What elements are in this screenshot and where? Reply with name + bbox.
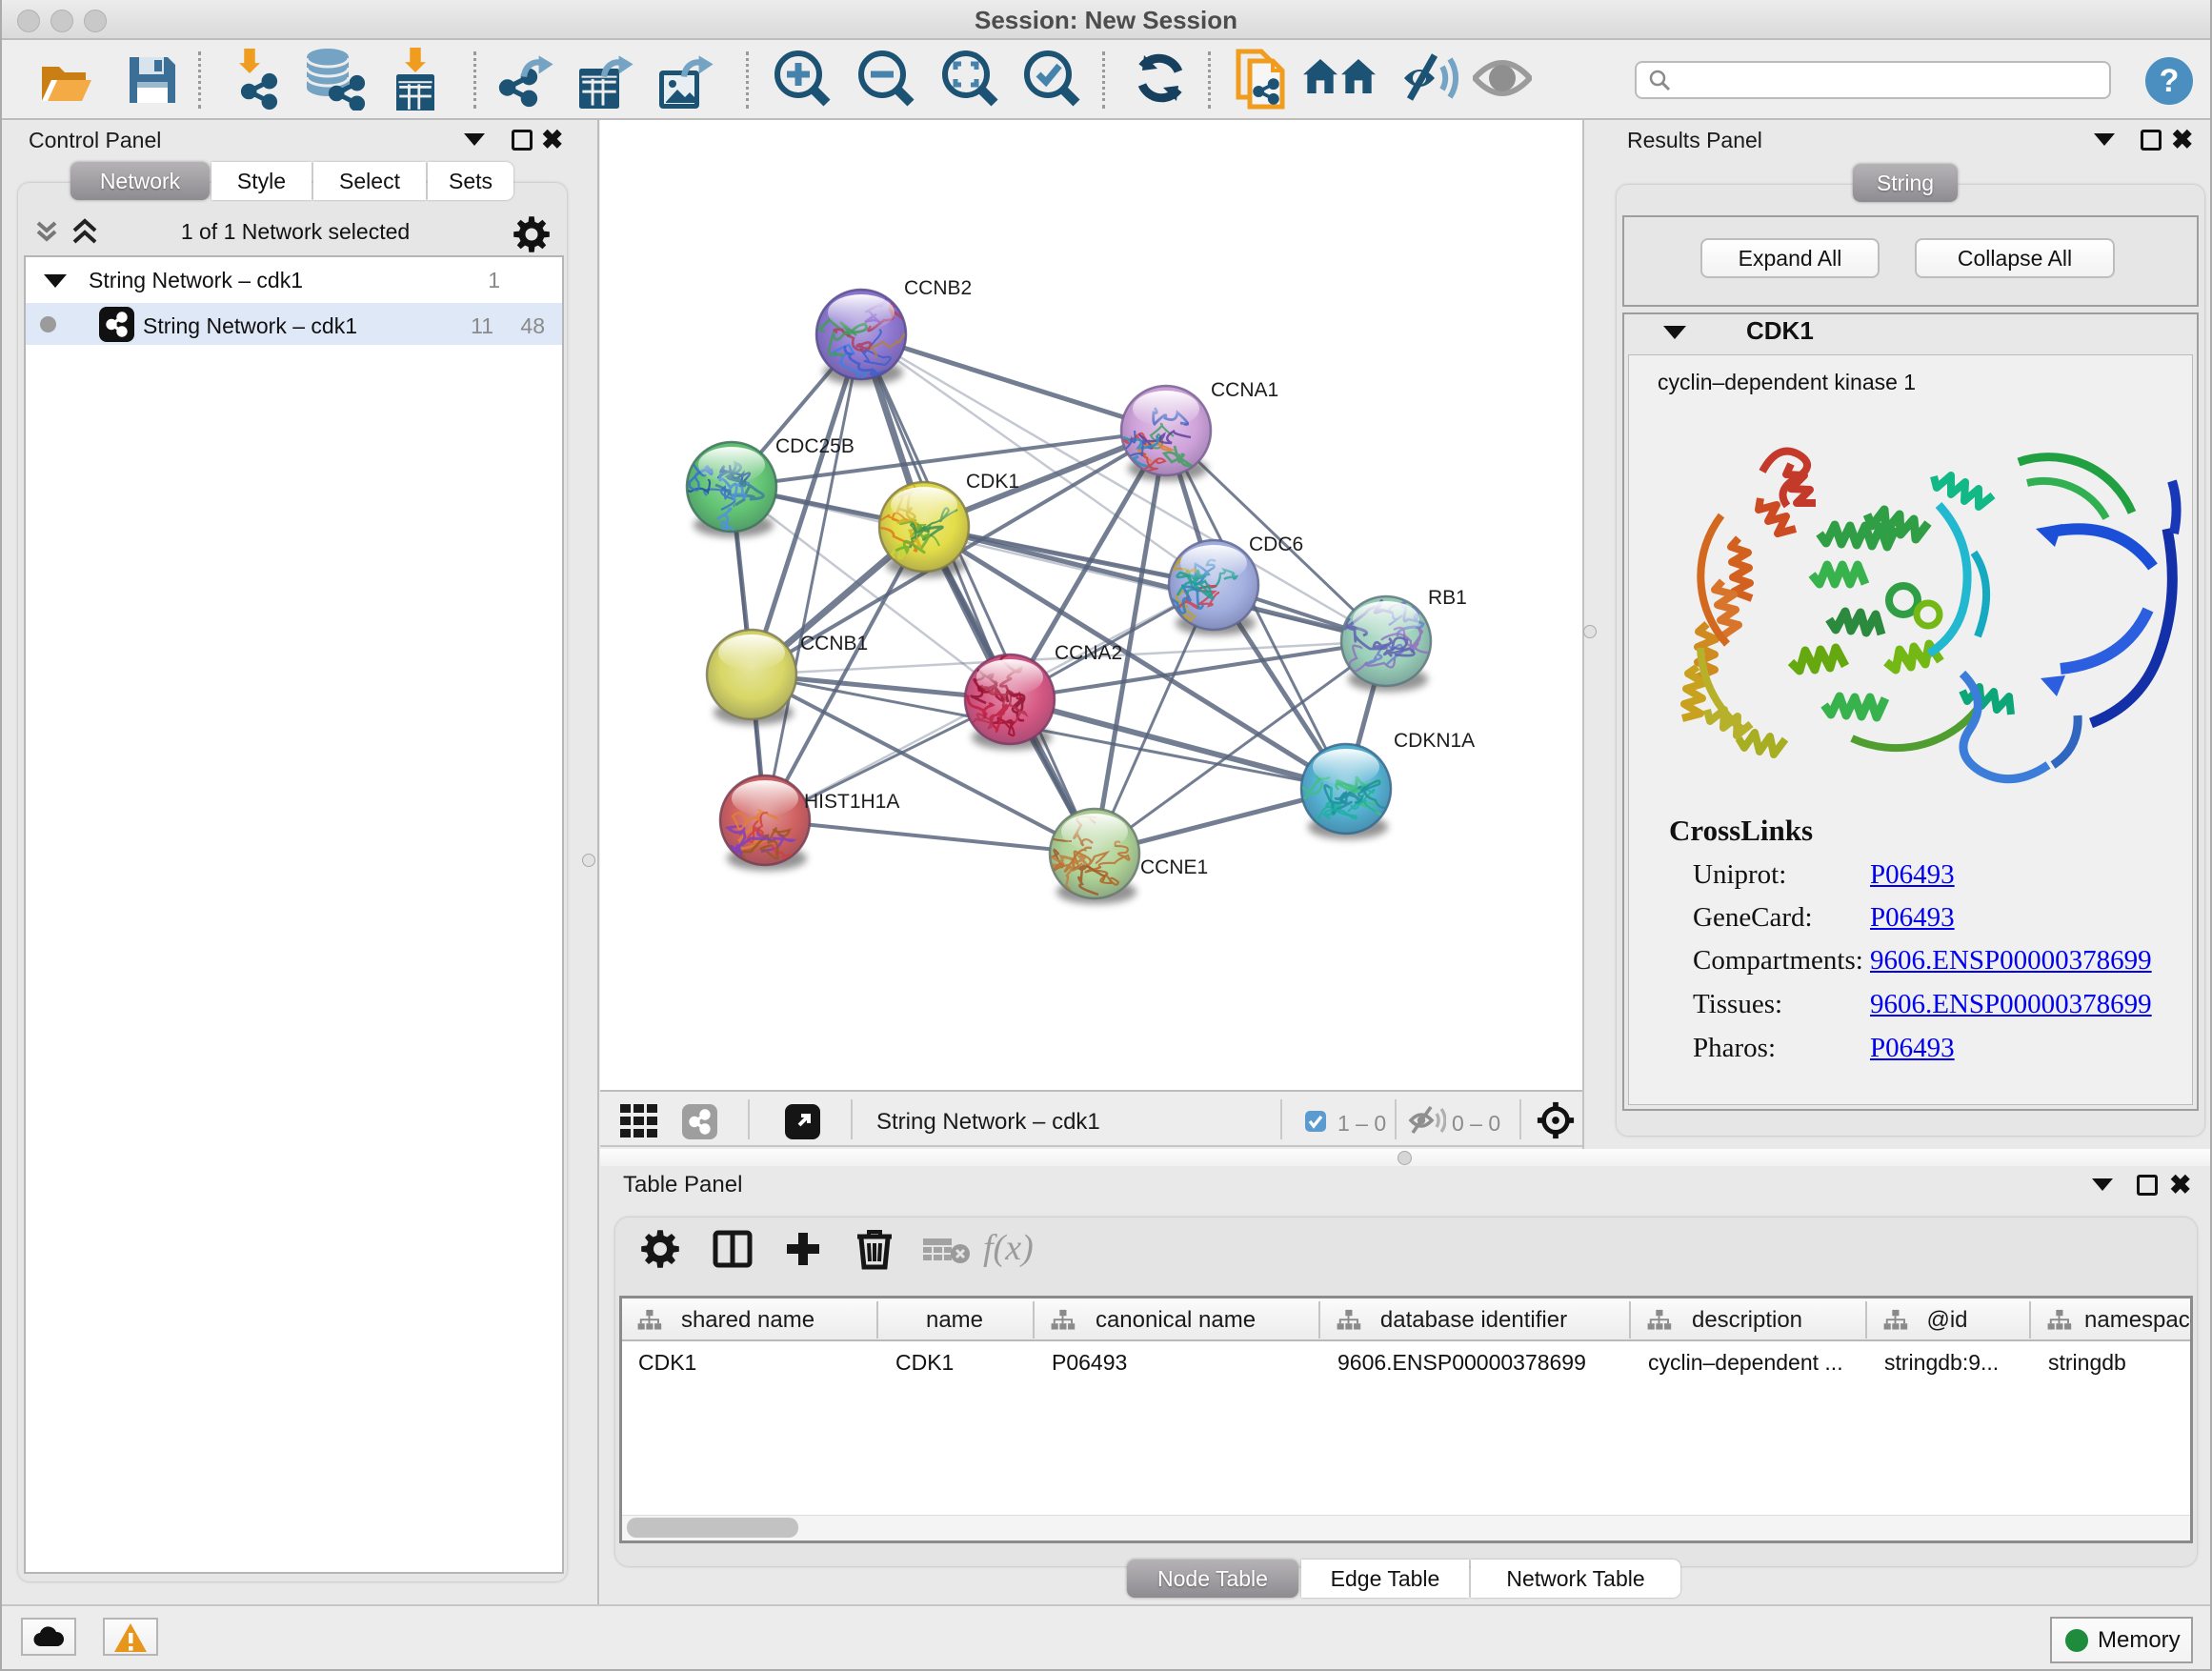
svg-text:CCNB2: CCNB2 [904, 277, 972, 299]
svg-text:RB1: RB1 [1428, 587, 1467, 609]
svg-text:CDKN1A: CDKN1A [1394, 730, 1475, 752]
svg-text:CDC25B: CDC25B [775, 435, 855, 457]
svg-text:CCNB1: CCNB1 [800, 633, 868, 654]
svg-text:CDC6: CDC6 [1249, 534, 1303, 555]
svg-text:CDK1: CDK1 [966, 471, 1019, 493]
svg-text:HIST1H1A: HIST1H1A [804, 791, 899, 813]
svg-text:CCNE1: CCNE1 [1140, 856, 1208, 878]
svg-text:CCNA2: CCNA2 [1055, 642, 1122, 664]
svg-text:CCNA1: CCNA1 [1211, 379, 1278, 401]
